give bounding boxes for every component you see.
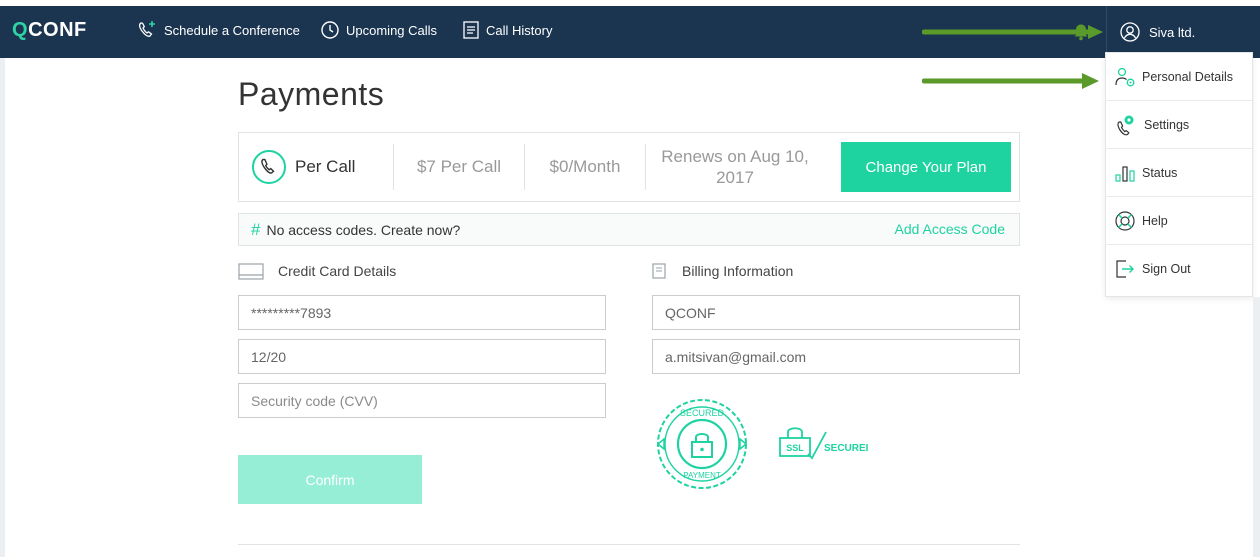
plan-summary: Per Call $7 Per Call $0/Month Renews on … xyxy=(238,132,1020,202)
plan-price: $7 Per Call xyxy=(416,157,502,176)
user-dropdown-menu: Personal Details Settings Status Help Si… xyxy=(1105,52,1253,297)
divider xyxy=(238,544,1020,545)
nav-schedule-conference[interactable]: Schedule a Conference xyxy=(136,15,300,45)
phone-plus-icon xyxy=(138,21,155,37)
secured-payment-seal: SECURED PAYMENT xyxy=(656,399,748,489)
access-code-bar: # No access codes. Create now? Add Acces… xyxy=(238,213,1020,246)
menu-item-status[interactable]: Status xyxy=(1106,149,1252,197)
card-expiry-field[interactable]: 12/20 xyxy=(238,339,606,374)
change-plan-button[interactable]: Change Your Plan xyxy=(841,142,1011,192)
page-title: Payments xyxy=(238,76,385,112)
phone-gear-icon xyxy=(1117,115,1134,135)
user-avatar-icon xyxy=(1120,22,1140,42)
plan-renewal-date: Renews on Aug 10, 2017 xyxy=(661,147,809,187)
confirm-button[interactable]: Confirm xyxy=(238,455,422,504)
credit-card-icon xyxy=(238,263,264,280)
person-gear-icon xyxy=(1115,67,1135,86)
left-edge xyxy=(0,58,5,557)
billing-document-icon xyxy=(652,263,666,279)
cvv-field[interactable]: Security code (CVV) xyxy=(238,383,606,418)
ssl-text: SSL xyxy=(786,443,804,453)
hash-icon: # xyxy=(251,219,261,239)
menu-item-settings[interactable]: Settings xyxy=(1106,101,1252,149)
status-bars-icon xyxy=(1115,165,1135,182)
access-code-message: No access codes. Create now? xyxy=(266,221,461,238)
lifebuoy-icon xyxy=(1115,210,1135,231)
annotation-arrow-user xyxy=(922,25,1103,39)
page-scrollbar[interactable] xyxy=(1253,297,1260,557)
ssl-secured-badge: SSL SECUREI xyxy=(779,427,869,460)
annotation-arrow-personal-details xyxy=(922,73,1099,89)
billing-company-field[interactable]: QCONF xyxy=(652,295,1020,330)
phone-icon xyxy=(252,150,286,184)
clock-icon xyxy=(321,21,339,39)
plan-name: Per Call xyxy=(295,157,356,176)
nav-upcoming-calls[interactable]: Upcoming Calls xyxy=(320,15,437,45)
seal-secured-text: SECURED xyxy=(680,408,725,418)
menu-item-personal-details[interactable]: Personal Details xyxy=(1106,53,1252,101)
billing-heading: Billing Information xyxy=(652,260,793,282)
app-logo[interactable]: Q CONF xyxy=(12,18,87,42)
user-menu-toggle[interactable]: Siva ltd. xyxy=(1106,6,1260,58)
plan-monthly-fee: $0/Month xyxy=(549,157,621,176)
nav-call-history[interactable]: Call History xyxy=(462,15,552,45)
document-icon xyxy=(463,21,479,39)
sign-out-icon xyxy=(1116,260,1134,278)
ssl-secured-text: SECUREI xyxy=(824,443,869,454)
billing-email-field[interactable]: a.mitsivan@gmail.com xyxy=(652,339,1020,374)
menu-item-help[interactable]: Help xyxy=(1106,197,1252,245)
card-number-field[interactable]: *********7893 xyxy=(238,295,606,330)
add-access-code-link[interactable]: Add Access Code xyxy=(894,221,1005,237)
menu-item-sign-out[interactable]: Sign Out xyxy=(1106,245,1252,293)
credit-card-heading: Credit Card Details xyxy=(238,260,396,282)
seal-payment-text: PAYMENT xyxy=(683,471,721,480)
